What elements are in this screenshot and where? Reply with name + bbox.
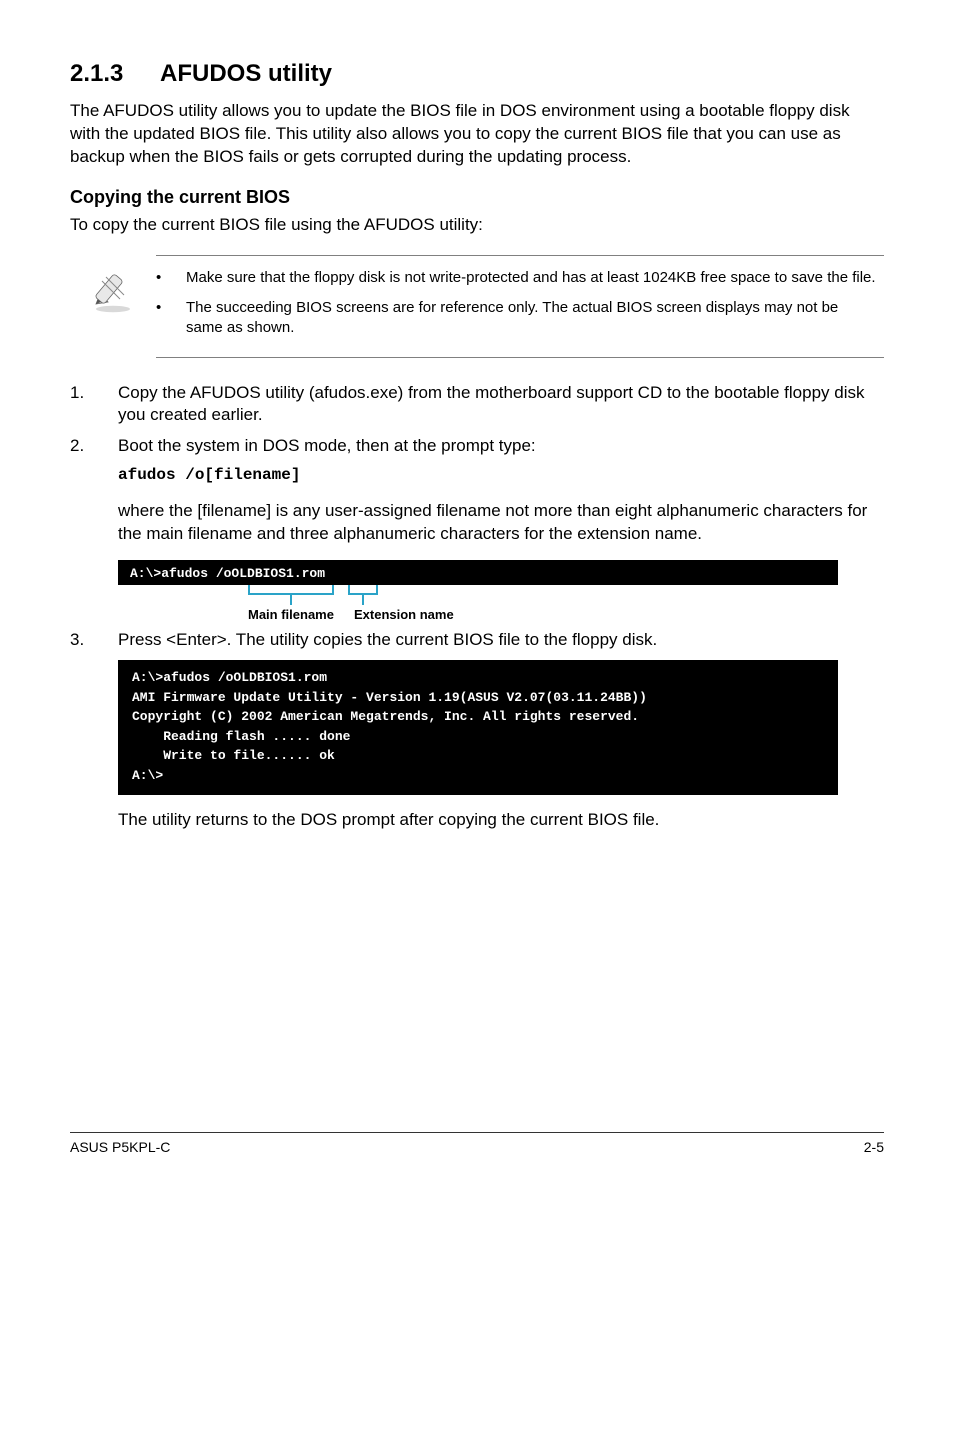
code-line: afudos /o[filename] xyxy=(118,466,884,484)
subsection-intro: To copy the current BIOS file using the … xyxy=(70,214,884,237)
terminal-output-1: A:\>afudos /oOLDBIOS1.rom xyxy=(118,560,838,585)
annotation-label-ext: Extension name xyxy=(354,607,454,622)
step-number: 1. xyxy=(70,382,118,428)
note-text: The succeeding BIOS screens are for refe… xyxy=(186,298,878,339)
annotation-bracket-ext xyxy=(348,585,378,595)
note-text: Make sure that the floppy disk is not wr… xyxy=(186,268,878,288)
annotation-bracket-main xyxy=(248,585,334,595)
footer-right: 2-5 xyxy=(864,1139,884,1155)
step-explanation: where the [filename] is any user-assigne… xyxy=(118,500,884,546)
note-item: • The succeeding BIOS screens are for re… xyxy=(156,298,878,339)
section-heading: 2.1.3AFUDOS utility xyxy=(70,60,884,88)
section-title: AFUDOS utility xyxy=(160,60,332,87)
step-number: 3. xyxy=(70,629,118,652)
page-footer: ASUS P5KPL-C 2-5 xyxy=(70,1132,884,1155)
annotation-tick xyxy=(290,595,292,605)
terminal-output-2: A:\>afudos /oOLDBIOS1.rom AMI Firmware U… xyxy=(118,660,838,795)
step-1: 1. Copy the AFUDOS utility (afudos.exe) … xyxy=(70,382,884,428)
step-outro: The utility returns to the DOS prompt af… xyxy=(118,809,884,832)
bullet-icon: • xyxy=(156,298,186,339)
note-block: • Make sure that the floppy disk is not … xyxy=(70,255,884,358)
bullet-icon: • xyxy=(156,268,186,288)
footer-left: ASUS P5KPL-C xyxy=(70,1139,170,1155)
annotation-tick xyxy=(362,595,364,605)
step-text: Boot the system in DOS mode, then at the… xyxy=(118,435,884,458)
section-number: 2.1.3 xyxy=(70,60,160,88)
filename-annotation: Main filename Extension name xyxy=(118,585,838,629)
step-2: 2. Boot the system in DOS mode, then at … xyxy=(70,435,884,458)
subsection-heading: Copying the current BIOS xyxy=(70,187,884,208)
step-3: 3. Press <Enter>. The utility copies the… xyxy=(70,629,884,652)
note-item: • Make sure that the floppy disk is not … xyxy=(156,268,878,288)
step-text: Copy the AFUDOS utility (afudos.exe) fro… xyxy=(118,382,884,428)
note-rule-bottom xyxy=(156,357,884,358)
step-number: 2. xyxy=(70,435,118,458)
pencil-note-icon xyxy=(70,256,156,314)
step-text: Press <Enter>. The utility copies the cu… xyxy=(118,629,884,652)
annotation-label-main: Main filename xyxy=(248,607,334,622)
intro-paragraph: The AFUDOS utility allows you to update … xyxy=(70,100,884,169)
